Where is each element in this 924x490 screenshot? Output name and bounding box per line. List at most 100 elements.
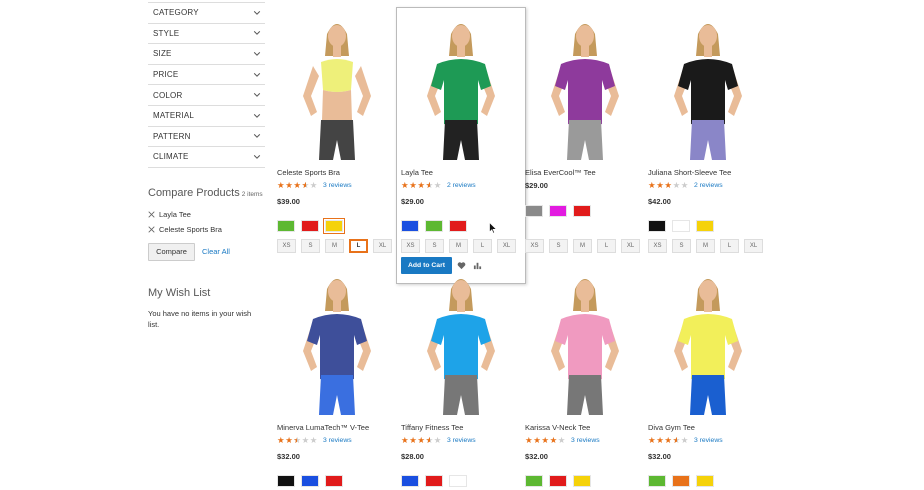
color-swatch[interactable] (672, 475, 690, 487)
filter-style[interactable]: STYLE (148, 24, 265, 45)
chevron-down-icon (253, 52, 261, 56)
reviews-link[interactable]: 3 reviews (323, 182, 352, 189)
clear-all-link[interactable]: Clear All (202, 247, 230, 256)
size-options: XS S M L XL (648, 239, 763, 253)
color-swatch[interactable] (449, 220, 467, 232)
color-swatch[interactable] (648, 220, 666, 232)
color-swatches (277, 218, 345, 234)
size-option[interactable]: S (549, 239, 568, 253)
size-option[interactable]: M (573, 239, 592, 253)
reviews-link[interactable]: 3 reviews (571, 437, 600, 444)
compare-item-label[interactable]: Layla Tee (159, 210, 191, 219)
size-option[interactable]: S (425, 239, 444, 253)
size-option[interactable]: XL (497, 239, 516, 253)
chevron-down-icon (253, 134, 261, 139)
color-swatch[interactable] (573, 205, 591, 217)
color-swatch[interactable] (325, 475, 343, 487)
compare-item-label[interactable]: Celeste Sports Bra (159, 225, 222, 234)
color-swatch[interactable] (573, 475, 591, 487)
size-option[interactable]: XS (648, 239, 667, 253)
product-photo[interactable] (525, 267, 645, 419)
size-option[interactable]: L (473, 239, 492, 253)
color-swatch[interactable] (425, 475, 443, 487)
color-swatches (277, 475, 343, 487)
color-swatch[interactable] (525, 205, 543, 217)
product-price: $39.00 (277, 197, 300, 206)
star-icon: ★ (293, 436, 301, 446)
reviews-link[interactable]: 3 reviews (694, 437, 723, 444)
size-option[interactable]: L (720, 239, 739, 253)
filter-climate[interactable]: CLIMATE (148, 147, 265, 168)
reviews-link[interactable]: 2 reviews (447, 182, 476, 189)
color-swatch[interactable] (301, 475, 319, 487)
filter-category[interactable]: CATEGORY (148, 3, 265, 24)
product-photo[interactable] (648, 267, 768, 419)
filter-price[interactable]: PRICE (148, 65, 265, 86)
add-to-cart-button[interactable]: Add to Cart (401, 257, 452, 274)
reviews-link[interactable]: 3 reviews (323, 437, 352, 444)
star-icon: ★ (549, 435, 558, 445)
compare-title-text: Compare Products (148, 187, 240, 199)
size-option[interactable]: XL (621, 239, 640, 253)
product-rating: ★★★★★ 3 reviews (525, 436, 600, 445)
heart-icon[interactable] (457, 261, 466, 270)
product-name[interactable]: Diva Gym Tee (648, 423, 695, 432)
color-swatch[interactable] (277, 220, 295, 232)
size-option[interactable]: M (696, 239, 715, 253)
remove-icon[interactable] (148, 211, 155, 218)
product-price: $32.00 (648, 452, 671, 461)
star-icon: ★ (417, 180, 425, 190)
compare-chart-icon[interactable] (473, 261, 482, 270)
color-swatch[interactable] (648, 475, 666, 487)
color-swatch[interactable] (525, 475, 543, 487)
color-swatch[interactable] (301, 220, 319, 232)
color-swatch[interactable] (401, 220, 419, 232)
product-name[interactable]: Layla Tee (401, 168, 433, 177)
color-swatch[interactable] (323, 218, 345, 234)
product-name[interactable]: Juliana Short-Sleeve Tee (648, 168, 731, 177)
color-swatch[interactable] (401, 475, 419, 487)
size-option[interactable]: XL (744, 239, 763, 253)
product-photo[interactable] (525, 12, 645, 164)
reviews-link[interactable]: 2 reviews (694, 182, 723, 189)
size-option[interactable]: M (325, 239, 344, 253)
product-photo[interactable] (648, 12, 768, 164)
color-swatch[interactable] (277, 475, 295, 487)
filter-size[interactable]: SIZE (148, 44, 265, 65)
product-name[interactable]: Celeste Sports Bra (277, 168, 340, 177)
color-swatch[interactable] (449, 475, 467, 487)
filter-material[interactable]: MATERIAL (148, 106, 265, 127)
size-option[interactable]: XS (277, 239, 296, 253)
product-name[interactable]: Minerva LumaTech™ V-Tee (277, 423, 369, 432)
product-name[interactable]: Elisa EverCool™ Tee (525, 168, 596, 177)
product-name[interactable]: Karissa V-Neck Tee (525, 423, 590, 432)
size-option[interactable]: S (672, 239, 691, 253)
sidebar: CATEGORY STYLE SIZE PRICE COLOR MATERIAL PATTE… (148, 0, 265, 168)
size-option[interactable]: M (449, 239, 468, 253)
filter-label: SIZE (153, 49, 172, 59)
product-photo[interactable] (277, 12, 397, 164)
compare-button[interactable]: Compare (148, 243, 195, 261)
color-swatch[interactable] (549, 205, 567, 217)
size-option[interactable]: L (349, 239, 368, 253)
star-icon: ★ (401, 180, 409, 190)
size-option[interactable]: XS (401, 239, 420, 253)
product-rating: ★★★★★ 2 reviews (648, 181, 723, 190)
product-photo[interactable] (277, 267, 397, 419)
remove-icon[interactable] (148, 226, 155, 233)
product-photo[interactable] (401, 12, 521, 164)
size-option[interactable]: XL (373, 239, 392, 253)
color-swatch[interactable] (696, 475, 714, 487)
product-name[interactable]: Tiffany Fitness Tee (401, 423, 463, 432)
reviews-link[interactable]: 3 reviews (447, 437, 476, 444)
size-option[interactable]: L (597, 239, 616, 253)
product-photo[interactable] (401, 267, 521, 419)
color-swatch[interactable] (549, 475, 567, 487)
color-swatch[interactable] (696, 220, 714, 232)
color-swatch[interactable] (425, 220, 443, 232)
filter-pattern[interactable]: PATTERN (148, 127, 265, 148)
size-option[interactable]: S (301, 239, 320, 253)
color-swatch[interactable] (672, 220, 690, 232)
size-option[interactable]: XS (525, 239, 544, 253)
filter-color[interactable]: COLOR (148, 85, 265, 106)
